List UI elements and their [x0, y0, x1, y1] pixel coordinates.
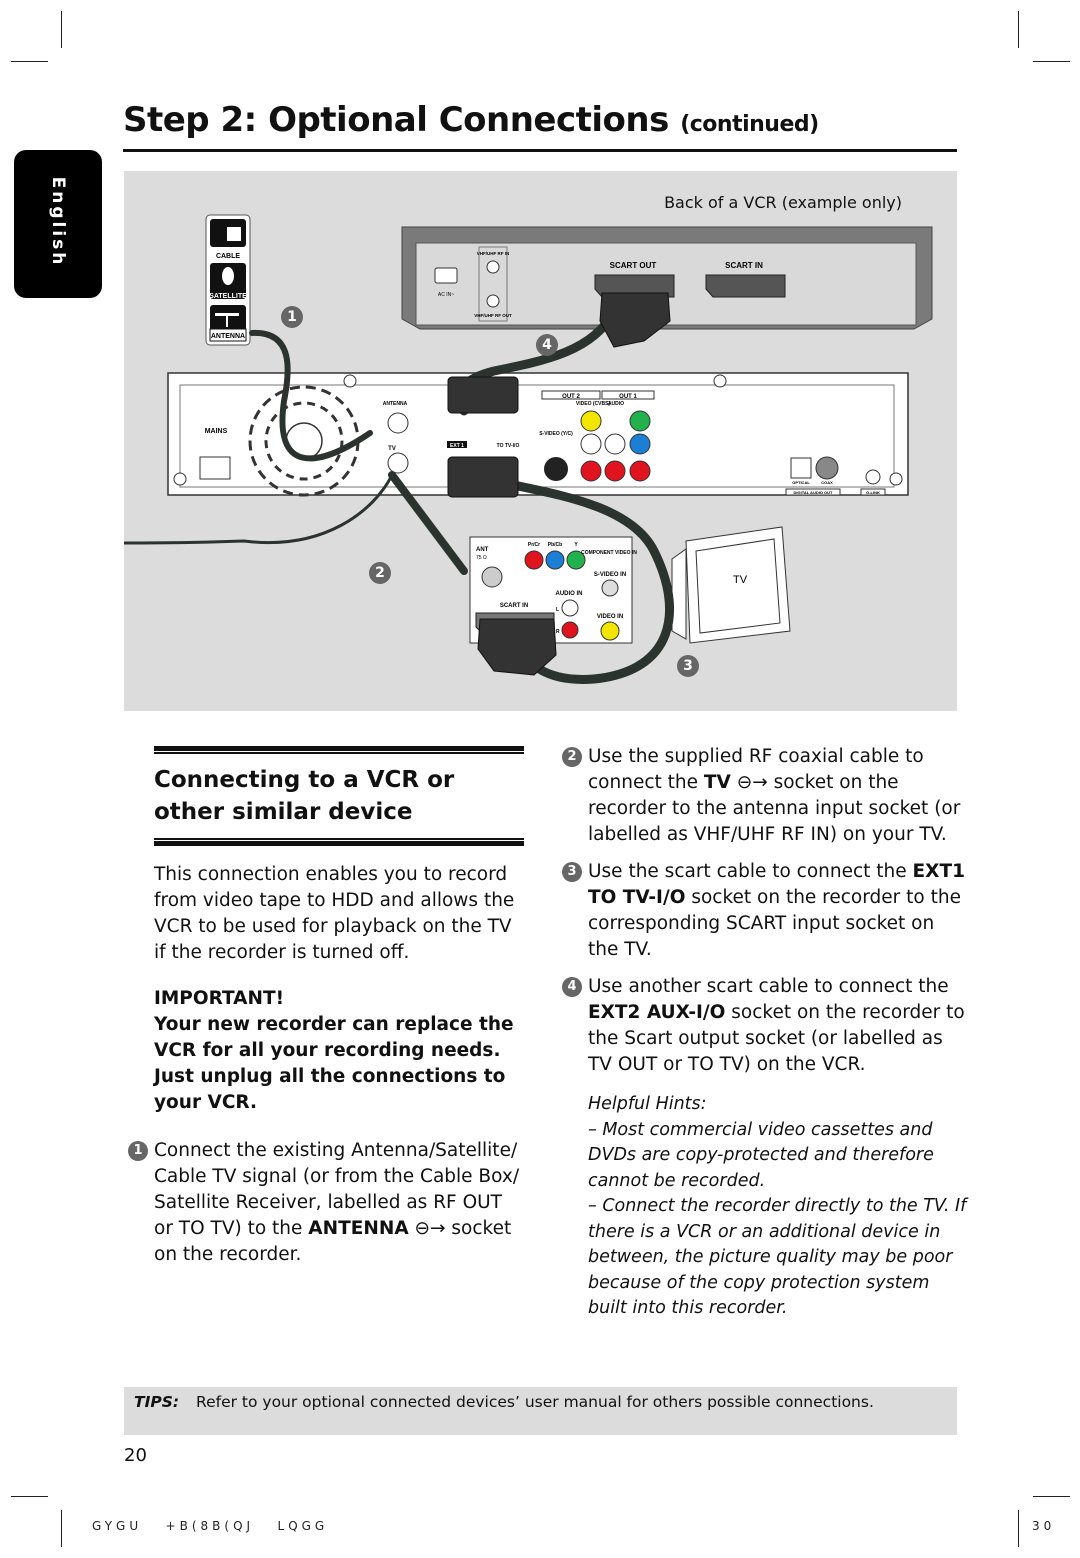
callout-4: 4 [536, 334, 558, 356]
vcr-rf-out-label: VHF/UHF RF OUT [474, 313, 512, 318]
crop-mark [61, 1510, 62, 1547]
step-number: 3 [562, 862, 582, 882]
recorder-back-panel: MAINS ANTENNA TV EXT 1 TO TV-I/O OUT 2 O… [167, 372, 909, 497]
tv-l-label: L [556, 607, 559, 613]
tv-ant-label: ANT [476, 547, 489, 553]
tv-socket-label: TV [388, 446, 396, 452]
crop-mark [1018, 1510, 1019, 1547]
ext1-label: EXT 1 [450, 443, 464, 449]
step-number: 4 [562, 977, 582, 997]
vcr-scart-in-label: SCART IN [725, 261, 763, 270]
tips-text: Refer to your optional connected devices… [196, 1393, 874, 1411]
vcr-ac-in-label: AC IN~ [438, 292, 454, 298]
page-title-text: Step 2: Optional Connections [123, 100, 669, 140]
s-video-label: S-VIDEO (Y/C) [539, 431, 573, 437]
antenna-icon: ANTENNA [209, 305, 247, 342]
antenna-in-icon: ⊖→ [408, 1218, 446, 1239]
tv-s-video-label: S-VIDEO IN [594, 572, 626, 578]
step-2: 2 Use the supplied RF coaxial cable to c… [562, 744, 968, 848]
important-text: Your new recorder can replace the VCR fo… [154, 1014, 514, 1113]
vcr-scart-out-label: SCART OUT [610, 261, 657, 270]
satellite-label: SATELLITE [209, 293, 247, 300]
antenna-socket-label: ANTENNA [383, 401, 408, 407]
tv-component-label: COMPONENT VIDEO IN [581, 550, 637, 556]
out2-label: OUT 2 [562, 394, 580, 400]
steps-column: 2 Use the supplied RF coaxial cable to c… [562, 744, 968, 1322]
crop-mark [1033, 1496, 1070, 1497]
footer-sheet-number: 30 [1032, 1519, 1056, 1533]
step-1: 1 Connect the existing Antenna/Satellite… [128, 1138, 524, 1268]
tips-box: TIPS: Refer to your optional connected d… [124, 1387, 957, 1435]
tv-label: TV [733, 574, 748, 586]
callout-1: 1 [281, 306, 303, 328]
page-title-suffix: (continued) [680, 112, 819, 137]
step-bold-text: EXT2 AUX-I/O [588, 1002, 726, 1023]
connection-diagram: CABLE SATELLITE ANTENNA AC IN~ VHF/UHF R… [124, 171, 957, 711]
satellite-icon: SATELLITE [209, 263, 247, 300]
tv-video-in-label: VIDEO IN [597, 614, 623, 620]
step-3: 3 Use the scart cable to connect the EXT… [562, 859, 968, 963]
footer-code: GYGU +B(8B(QJ LQGG [92, 1519, 329, 1533]
step-bold-text: ANTENNA [308, 1218, 409, 1239]
step-4: 4 Use another scart cable to connect the… [562, 974, 968, 1078]
intro-paragraph: This connection enables you to record fr… [154, 864, 515, 963]
section-heading: Connecting to a VCR or other similar dev… [154, 764, 524, 828]
heading-rule-top [154, 746, 524, 754]
tv-scart-in-label: SCART IN [500, 603, 528, 609]
tv-pb-label: Pb/Cb [548, 542, 562, 548]
page-number: 20 [124, 1445, 147, 1466]
vcr-section: Connecting to a VCR or other similar dev… [128, 746, 524, 1268]
out1-label: OUT 1 [619, 394, 637, 400]
hints-title: Helpful Hints: [588, 1094, 707, 1114]
antenna-label: ANTENNA [211, 333, 245, 340]
optical-label: OPTICAL [792, 480, 810, 485]
important-label: IMPORTANT! [154, 988, 285, 1009]
hint-item: – Most commercial video cassettes and DV… [588, 1119, 934, 1191]
tv-set: TV [671, 526, 791, 644]
language-tab-label: English [48, 176, 68, 268]
tv-r-label: R [556, 629, 560, 635]
to-tv-io-label: TO TV-I/O [497, 443, 520, 449]
language-tab: English [14, 150, 102, 298]
vcr-rf-in-label: VHF/UHF RF IN [477, 251, 510, 256]
step-number: 2 [562, 747, 582, 767]
tv-audio-in-label: AUDIO IN [556, 591, 583, 597]
mains-label: MAINS [205, 428, 228, 435]
title-rule [123, 149, 957, 152]
callout-2: 2 [369, 562, 391, 584]
page-title: Step 2: Optional Connections (continued) [123, 100, 819, 140]
crop-mark [11, 61, 48, 62]
audio-label: AUDIO [608, 401, 624, 407]
crop-mark [1033, 61, 1070, 62]
helpful-hints: Helpful Hints: – Most commercial video c… [588, 1092, 968, 1322]
crop-mark [11, 1496, 48, 1497]
video-cvbs-label: VIDEO (CVBS) [576, 401, 611, 407]
tips-label: TIPS: [134, 1393, 180, 1411]
cable-label: CABLE [216, 253, 240, 260]
figure-caption: Back of a VCR (example only) [664, 193, 902, 212]
callout-3: 3 [677, 655, 699, 677]
coax-label: COAX [821, 480, 833, 485]
heading-rule-bottom [154, 838, 524, 846]
step-text: Use another scart cable to connect the [588, 976, 949, 997]
hint-item: – Connect the recorder directly to the T… [588, 1196, 967, 1318]
source-icons: CABLE SATELLITE ANTENNA [205, 214, 251, 346]
tv-pr-label: Pr/Cr [528, 542, 540, 548]
tv-out-icon: ⊖→ [730, 772, 768, 793]
digital-audio-out-label: DIGITAL AUDIO OUT [793, 490, 833, 495]
step-text: Use the scart cable to connect the [588, 861, 913, 882]
connection-diagram-svg: CABLE SATELLITE ANTENNA AC IN~ VHF/UHF R… [124, 214, 933, 684]
crop-mark [1018, 11, 1019, 48]
section-heading-line2: other similar device [154, 799, 413, 825]
step-number: 1 [128, 1141, 148, 1161]
step-bold-text: TV [703, 772, 731, 793]
section-heading-line1: Connecting to a VCR or [154, 767, 455, 793]
tv-ant-imp-label: 75 Ω [476, 555, 487, 561]
crop-mark [61, 11, 62, 48]
g-link-label: G-LINK [866, 490, 880, 495]
